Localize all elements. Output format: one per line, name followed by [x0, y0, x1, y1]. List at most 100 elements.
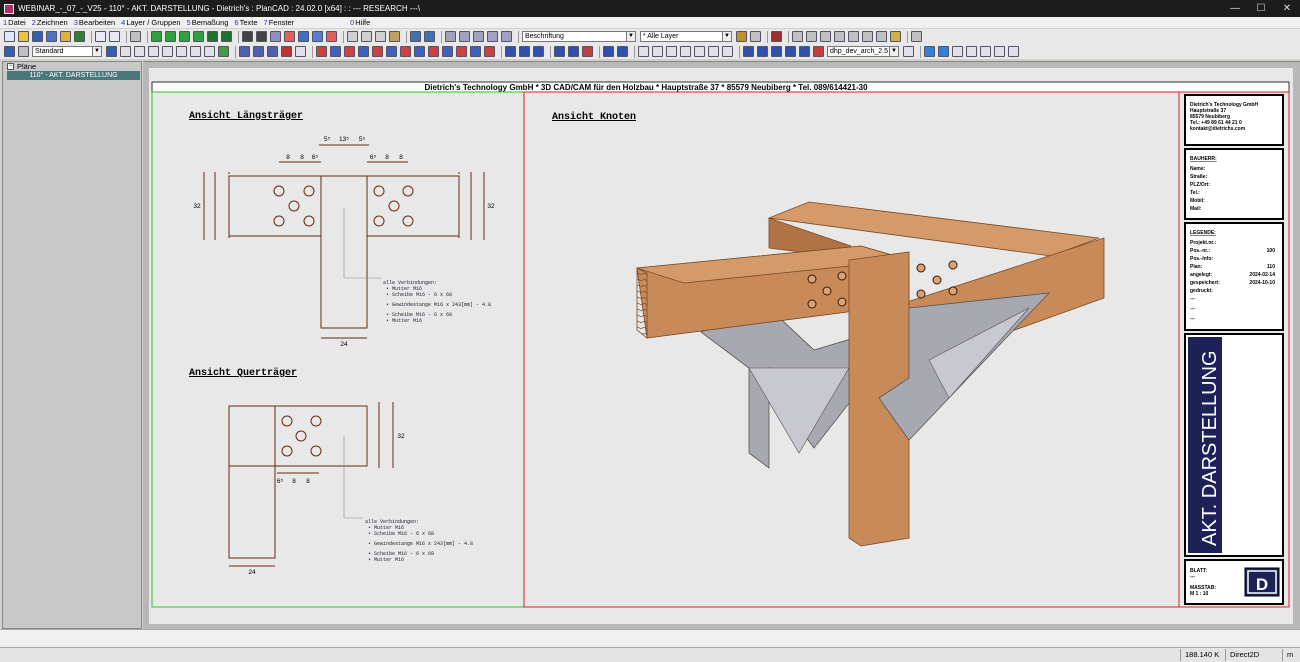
mod-3-icon[interactable] [771, 46, 782, 57]
pen-icon[interactable] [911, 31, 922, 42]
save-icon[interactable] [32, 31, 43, 42]
edit-7-icon[interactable] [603, 46, 614, 57]
line-style-select[interactable]: Standard ▼ [32, 46, 102, 57]
zoom-4-icon[interactable] [487, 31, 498, 42]
folder-icon[interactable] [60, 31, 71, 42]
export-icon[interactable] [74, 31, 85, 42]
mod-5-icon[interactable] [799, 46, 810, 57]
refresh-icon[interactable] [326, 31, 337, 42]
curve-icon[interactable] [190, 46, 201, 57]
bitmap-icon[interactable] [270, 31, 281, 42]
text-3-icon[interactable] [666, 46, 677, 57]
circle-icon[interactable] [162, 46, 173, 57]
image-icon[interactable] [298, 31, 309, 42]
layer-name-select[interactable]: dhp_dev_arch_2.5 ▼ [827, 46, 899, 57]
dim-4-icon[interactable] [358, 46, 369, 57]
pdf-icon[interactable] [284, 31, 295, 42]
grid-icon[interactable] [4, 46, 15, 57]
mod-4-icon[interactable] [785, 46, 796, 57]
dim-8-icon[interactable] [414, 46, 425, 57]
zoom-2-icon[interactable] [459, 31, 470, 42]
menu-bearbeiten[interactable]: 3Bearbeiten [74, 18, 115, 27]
brush-icon[interactable] [890, 31, 901, 42]
tool-g-icon[interactable] [994, 46, 1005, 57]
measure-1-icon[interactable] [792, 31, 803, 42]
layer-select[interactable]: * Alle Layer ▼ [640, 31, 732, 42]
edit-8-icon[interactable] [617, 46, 628, 57]
maximize-button[interactable]: ☐ [1248, 0, 1274, 17]
dim-6-icon[interactable] [386, 46, 397, 57]
dim-1-icon[interactable] [316, 46, 327, 57]
view-green-4-icon[interactable] [193, 31, 204, 42]
text-1-icon[interactable] [638, 46, 649, 57]
snap-5-icon[interactable] [295, 46, 306, 57]
cross-icon[interactable] [771, 31, 782, 42]
command-line[interactable] [0, 629, 1300, 647]
window-2-icon[interactable] [424, 31, 435, 42]
edit-5-icon[interactable] [568, 46, 579, 57]
paste-icon[interactable] [375, 31, 386, 42]
arc-icon[interactable] [176, 46, 187, 57]
rotate-icon[interactable] [876, 31, 887, 42]
text-style-select[interactable]: Beschriftung ▼ [522, 31, 636, 42]
freehand-icon[interactable] [204, 46, 215, 57]
new-file-icon[interactable] [4, 31, 15, 42]
view-green-3-icon[interactable] [179, 31, 190, 42]
point-icon[interactable] [106, 46, 117, 57]
view-green-1-icon[interactable] [151, 31, 162, 42]
rectangle-icon[interactable] [148, 46, 159, 57]
redo-icon[interactable] [109, 31, 120, 42]
line-icon[interactable] [120, 46, 131, 57]
save-all-icon[interactable] [46, 31, 57, 42]
hatch-icon[interactable] [218, 46, 229, 57]
menu-layer-gruppen[interactable]: 4Layer / Gruppen [121, 18, 180, 27]
mod-6-icon[interactable] [813, 46, 824, 57]
open-folder-icon[interactable] [18, 31, 29, 42]
dim-13-icon[interactable] [484, 46, 495, 57]
close-button[interactable]: ✕ [1274, 0, 1300, 17]
mod-2-icon[interactable] [757, 46, 768, 57]
view-green-6-icon[interactable] [221, 31, 232, 42]
tool-d-icon[interactable] [952, 46, 963, 57]
clipboard-icon[interactable] [389, 31, 400, 42]
menu-bemassung[interactable]: 5Bemaßung [187, 18, 229, 27]
screen-icon[interactable] [312, 31, 323, 42]
plan-item[interactable]: 110° - AKT. DARSTELLUNG [7, 71, 140, 80]
layer-icon[interactable] [242, 31, 253, 42]
zoom-1-icon[interactable] [445, 31, 456, 42]
view-green-5-icon[interactable] [207, 31, 218, 42]
window-1-icon[interactable] [410, 31, 421, 42]
edit-2-icon[interactable] [519, 46, 530, 57]
edit-6-icon[interactable] [582, 46, 593, 57]
dim-10-icon[interactable] [442, 46, 453, 57]
zoom-3-icon[interactable] [473, 31, 484, 42]
layer-tool-1-icon[interactable] [736, 31, 747, 42]
pencil-icon[interactable] [18, 46, 29, 57]
zoom-5-icon[interactable] [501, 31, 512, 42]
measure-2-icon[interactable] [806, 31, 817, 42]
menu-fenster[interactable]: 7Fenster [264, 18, 295, 27]
tool-f-icon[interactable] [980, 46, 991, 57]
plans-tree-root[interactable]: − Pläne [3, 62, 141, 71]
measure-4-icon[interactable] [834, 31, 845, 42]
text-4-icon[interactable] [680, 46, 691, 57]
view-green-2-icon[interactable] [165, 31, 176, 42]
menu-datei[interactable]: 1Datei [3, 18, 26, 27]
cut-icon[interactable] [347, 31, 358, 42]
tool-c-icon[interactable] [938, 46, 949, 57]
snap-4-icon[interactable] [281, 46, 292, 57]
text-7-icon[interactable] [722, 46, 733, 57]
printer-icon[interactable] [256, 31, 267, 42]
drawing-canvas[interactable]: Dietrich's Technology GmbH * 3D CAD/CAM … [143, 61, 1300, 629]
tool-e-icon[interactable] [966, 46, 977, 57]
dim-3-icon[interactable] [344, 46, 355, 57]
collapse-icon[interactable]: − [7, 63, 14, 70]
unit-indicator[interactable]: m [1282, 649, 1300, 661]
snap-2-icon[interactable] [253, 46, 264, 57]
menu-texte[interactable]: 6Texte [234, 18, 257, 27]
tool-b-icon[interactable] [924, 46, 935, 57]
minimize-button[interactable]: — [1222, 0, 1248, 17]
polyline-icon[interactable] [134, 46, 145, 57]
dim-5-icon[interactable] [372, 46, 383, 57]
edit-1-icon[interactable] [505, 46, 516, 57]
